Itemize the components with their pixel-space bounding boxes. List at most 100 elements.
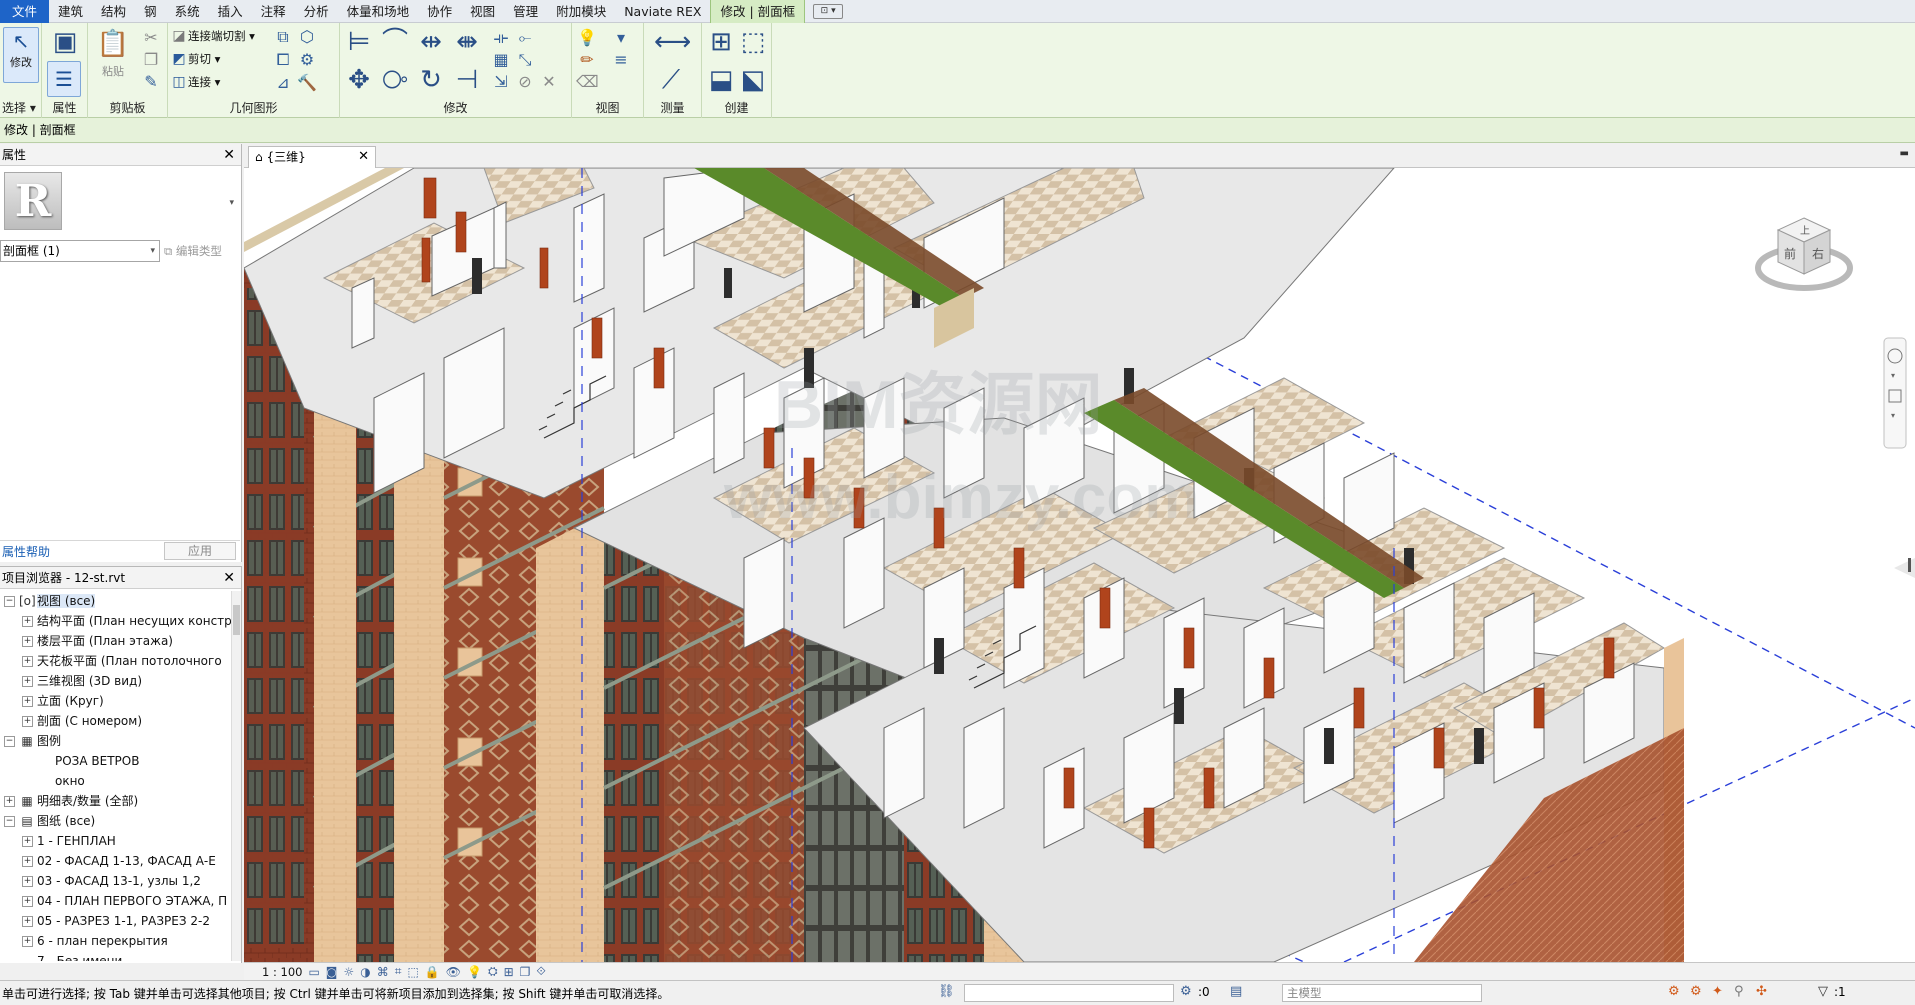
type-properties-icon[interactable]: ▣ — [48, 25, 82, 59]
browser-node[interactable]: − ▤ 图纸 (все) — [4, 811, 95, 831]
instance-filter-dropdown[interactable]: 剖面框 (1) ▾ — [0, 240, 160, 262]
expand-icon[interactable]: + — [22, 936, 33, 947]
paste-label[interactable]: 粘贴 — [102, 63, 124, 79]
properties-help-link[interactable]: 属性帮助 — [2, 543, 50, 560]
render-icon[interactable]: ⌘ — [377, 965, 389, 979]
canvas-scroll-indicator[interactable] — [1908, 558, 1911, 572]
override-graphics-icon[interactable]: 💡 — [576, 27, 598, 49]
show-crop-icon[interactable]: ⬚ — [407, 965, 418, 979]
browser-node[interactable]: + 结构平面 (План несущих констр — [22, 611, 232, 631]
browser-scrollbar[interactable] — [231, 591, 241, 961]
tab-3d-view[interactable]: ⌂ {三维} ✕ — [248, 146, 376, 168]
workset-selector[interactable] — [964, 984, 1174, 1002]
browser-node[interactable]: + 剖面 (С номером) — [22, 711, 142, 731]
menu-steel[interactable]: 钢 — [135, 0, 166, 23]
expand-icon[interactable]: + — [22, 916, 33, 927]
panel-select-label[interactable]: 选择 ▾ — [0, 99, 41, 116]
steering-wheel-menu-icon[interactable]: ▾ — [1891, 371, 1895, 380]
reveal-hidden-icon[interactable]: 💡 — [467, 965, 482, 979]
edit-type-button[interactable]: ⧉ 编辑类型 — [164, 240, 238, 262]
expand-icon[interactable]: + — [22, 856, 33, 867]
view-canvas[interactable]: BIM资源网 www.bimzy.com 上 前 右 ▾ ▾ — [244, 168, 1915, 962]
menu-file[interactable]: 文件 — [0, 0, 50, 23]
tab-close-icon[interactable]: ✕ — [358, 147, 369, 167]
reveal-constraints-icon[interactable]: ⟐ — [536, 964, 545, 979]
align-icon[interactable]: ⊨ — [342, 25, 376, 59]
menu-naviate-rex[interactable]: Naviate REX — [615, 0, 710, 23]
browser-node[interactable]: +02 - ФАСАД 1-13, ФАСАД А-Е — [22, 851, 216, 871]
menu-massing[interactable]: 体量和场地 — [338, 0, 419, 23]
measure-between-icon[interactable]: ⟷ — [654, 25, 691, 59]
analytical-model-icon[interactable]: ⊞ — [504, 965, 514, 979]
menu-collaborate[interactable]: 协作 — [418, 0, 461, 23]
browser-node[interactable]: − [o]视图 (все) — [4, 591, 96, 611]
expand-icon[interactable]: + — [22, 716, 33, 727]
menu-architecture[interactable]: 建筑 — [49, 0, 92, 23]
hide-in-view-icon[interactable]: ▾ — [610, 27, 632, 49]
paste-icon[interactable]: 📋 — [96, 27, 130, 61]
browser-node[interactable]: + 三维视图 (3D вид) — [22, 671, 142, 691]
quick-access-toggle[interactable]: ⊡ ▾ — [813, 3, 844, 19]
highlight-displacement-icon[interactable]: ❐ — [520, 965, 531, 979]
split-gap-icon[interactable]: ⟜ — [514, 27, 536, 49]
demolish-icon[interactable]: ⚙ — [296, 49, 318, 71]
browser-node[interactable]: +1 - ГЕНПЛАН — [22, 831, 116, 851]
create-group-icon[interactable]: ⬓ — [704, 63, 738, 97]
worksets-icon[interactable]: ⛓ — [938, 984, 955, 999]
collapse-icon[interactable]: − — [4, 596, 15, 607]
worksharing-display-icon[interactable]: ⛭ — [488, 964, 498, 979]
thin-lines-icon[interactable]: ≡ — [610, 49, 632, 71]
delete-icon[interactable]: ✕ — [538, 71, 560, 93]
pin-icon[interactable]: ⇲ — [490, 71, 512, 93]
wall-joins-icon[interactable]: ⧉ — [272, 26, 294, 48]
cut-button[interactable]: ◩ 剪切 ▾ — [170, 49, 220, 69]
design-option-selector[interactable]: 主模型 — [1282, 984, 1482, 1002]
browser-node[interactable]: 7 - Без имени — [22, 951, 122, 961]
move-icon[interactable]: ✥ — [342, 63, 376, 97]
crop-view-icon[interactable]: ⌗ — [395, 964, 402, 979]
menu-analyze[interactable]: 分析 — [295, 0, 338, 23]
view-cube[interactable]: 上 前 右 — [1755, 217, 1853, 291]
expand-icon[interactable]: + — [22, 616, 33, 627]
menu-addins[interactable]: 附加模块 — [547, 0, 615, 23]
expand-icon[interactable]: + — [22, 636, 33, 647]
dimension-icon[interactable]: ⟋ — [654, 63, 688, 97]
hammer-icon[interactable]: 🔨 — [296, 72, 318, 94]
scale-icon[interactable]: ⤡ — [514, 49, 536, 71]
eraser-icon[interactable]: ⌫ — [576, 71, 599, 93]
type-selector[interactable]: R ▾ — [0, 168, 240, 236]
copy-element-icon[interactable]: ⧂ — [378, 63, 412, 97]
view-cube-right[interactable]: 右 — [1812, 246, 1824, 261]
browser-scrollbar-thumb[interactable] — [233, 605, 240, 635]
tabs-menu-icon[interactable]: ▬ — [1900, 148, 1909, 159]
browser-node[interactable]: + 立面 (Круг) — [22, 691, 104, 711]
split-element-icon[interactable]: ⟛ — [490, 27, 512, 49]
create-assembly-icon[interactable]: ⊞ — [704, 25, 738, 59]
array-icon[interactable]: ▦ — [490, 49, 512, 71]
copy-icon[interactable]: ❐ — [140, 49, 162, 71]
browser-node[interactable]: +03 - ФАСАД 13-1, узлы 1,2 — [22, 871, 201, 891]
lock-view-icon[interactable]: 🔒 — [425, 965, 440, 979]
menu-view[interactable]: 视图 — [461, 0, 504, 23]
expand-icon[interactable]: + — [4, 796, 15, 807]
expand-icon[interactable]: + — [22, 836, 33, 847]
drag-elements-icon[interactable]: ✣ — [1756, 984, 1767, 999]
menu-systems[interactable]: 系统 — [166, 0, 209, 23]
properties-button[interactable]: ☰ — [47, 61, 81, 97]
zoom-menu-icon[interactable]: ▾ — [1891, 411, 1895, 420]
modify-button[interactable]: ↖ 修改 — [3, 27, 39, 83]
cut-scissors-icon[interactable]: ✂ — [140, 27, 162, 49]
paint-icon[interactable]: ⧠ — [272, 49, 294, 71]
menu-manage[interactable]: 管理 — [504, 0, 547, 23]
expand-icon[interactable]: + — [22, 656, 33, 667]
split-face-icon[interactable]: ⬡ — [296, 26, 318, 48]
sun-path-icon[interactable]: ☼ — [343, 965, 354, 979]
select-underlay-icon[interactable]: ⚙ — [1690, 984, 1702, 999]
menu-structure[interactable]: 结构 — [92, 0, 135, 23]
apply-button[interactable]: 应用 — [164, 542, 236, 560]
design-options-icon[interactable]: ▤ — [1230, 984, 1242, 999]
mirror-draw-axis-icon[interactable]: ⇼ — [450, 25, 484, 59]
view-scale[interactable]: 1 : 100 — [262, 965, 302, 979]
trim-extend-icon[interactable]: ⊣ — [450, 63, 484, 97]
model-3d-view[interactable]: BIM资源网 www.bimzy.com 上 前 右 ▾ ▾ — [244, 168, 1915, 962]
